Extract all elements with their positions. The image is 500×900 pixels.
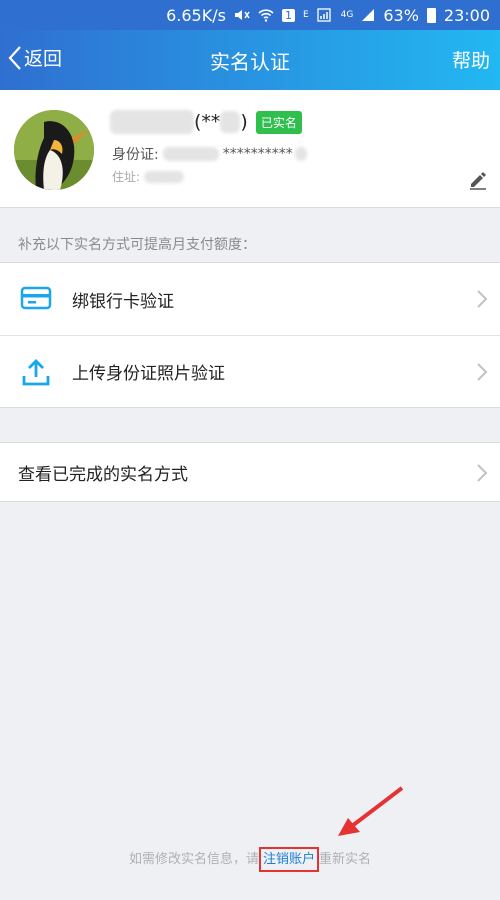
upload-icon xyxy=(20,358,52,392)
chevron-right-icon xyxy=(476,362,488,386)
view-completed-row[interactable]: 查看已完成的实名方式 xyxy=(0,443,500,501)
mute-icon xyxy=(234,8,250,22)
masked-name-end xyxy=(220,111,241,133)
view-completed-label: 查看已完成的实名方式 xyxy=(18,464,188,485)
upgrade-hint: 补充以下实名方式可提高月支付额度： xyxy=(18,237,256,253)
chevron-right-icon xyxy=(476,463,488,487)
footer-suffix: 重新实名 xyxy=(319,852,372,867)
name-row: (** ) 已实名 xyxy=(110,108,302,136)
bind-bank-card-row[interactable]: 绑银行卡验证 xyxy=(0,263,500,335)
id-label: 身份证: xyxy=(112,147,159,163)
help-button[interactable]: 帮助 xyxy=(452,46,490,73)
completed-list: 查看已完成的实名方式 xyxy=(0,442,500,502)
battery-percent: 63% xyxy=(383,5,419,25)
chevron-left-icon xyxy=(8,45,21,70)
address-label: 住址: xyxy=(112,170,141,184)
status-bar: 6.65K/s 1 E 4G 63% 23:00 xyxy=(0,0,500,30)
profile-card: (** ) 已实名 身份证: ********** 住址: xyxy=(0,90,500,208)
annotation-arrow-icon xyxy=(338,786,404,836)
avatar xyxy=(14,110,94,190)
masked-address xyxy=(144,170,185,183)
back-label: 返回 xyxy=(24,48,63,70)
network-speed: 6.65K/s xyxy=(166,5,226,25)
page-title: 实名认证 xyxy=(210,49,290,74)
verified-badge: 已实名 xyxy=(255,110,302,134)
back-button[interactable]: 返回 xyxy=(8,44,62,71)
sim-icon: 1 xyxy=(281,8,295,22)
masked-name xyxy=(110,110,194,134)
address-row: 住址: xyxy=(112,168,185,185)
signal-icon xyxy=(316,8,333,22)
id-number-row: 身份证: ********** xyxy=(112,144,307,164)
wifi-icon xyxy=(258,8,274,22)
e-network-label: E xyxy=(302,10,309,20)
upload-id-photo-label: 上传身份证照片验证 xyxy=(72,364,225,384)
clock: 23:00 xyxy=(443,5,490,25)
edit-icon[interactable] xyxy=(468,170,488,194)
battery-icon xyxy=(426,7,436,23)
name-suffix: (** xyxy=(194,111,221,133)
methods-list: 绑银行卡验证 上传身份证照片验证 xyxy=(0,262,500,408)
chevron-right-icon xyxy=(476,289,488,313)
upload-id-photo-row[interactable]: 上传身份证照片验证 xyxy=(0,335,500,407)
bank-card-icon xyxy=(20,285,52,315)
bind-bank-card-label: 绑银行卡验证 xyxy=(72,291,174,312)
footer-note: 如需修改实名信息，请 注销账户 重新实名 xyxy=(0,847,500,872)
footer-prefix: 如需修改实名信息，请 xyxy=(128,852,259,867)
4g-label: 4G xyxy=(340,10,354,20)
masked-id-start xyxy=(162,147,219,161)
signal-strength-icon xyxy=(361,8,375,22)
id-masked: ********** xyxy=(222,146,293,162)
masked-id-end xyxy=(294,147,307,161)
cancel-account-link[interactable]: 注销账户 xyxy=(258,847,319,872)
name-close: ) xyxy=(240,111,248,133)
nav-bar: 返回 实名认证 帮助 xyxy=(0,30,500,90)
